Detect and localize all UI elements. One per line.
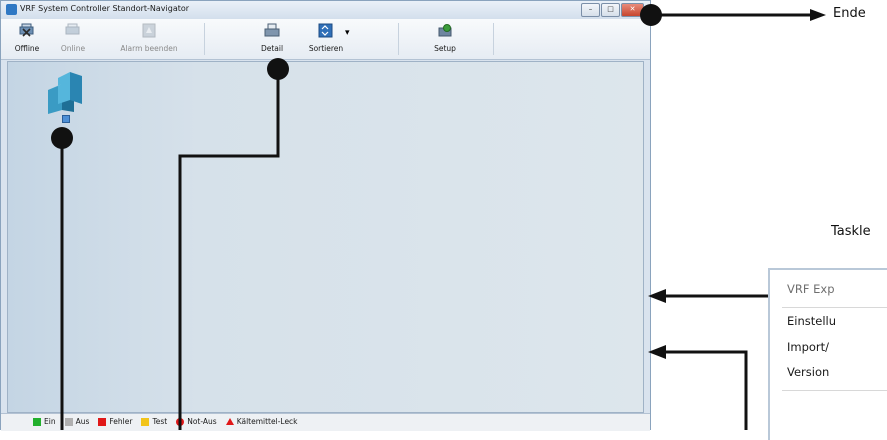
- sort-icon: [318, 23, 333, 38]
- callout-label-end: Ende: [833, 6, 866, 21]
- callout-label-tasklist: Taskle: [831, 224, 871, 239]
- legend-item: Fehler: [98, 417, 132, 426]
- online-icon: [65, 23, 80, 35]
- sort-label: Sortieren: [308, 44, 344, 53]
- sort-button[interactable]: Sortieren: [299, 19, 353, 59]
- offline-button[interactable]: Offline: [7, 19, 47, 59]
- window-controls: – □ ✕: [581, 3, 644, 17]
- legend-label: Fehler: [109, 417, 133, 426]
- legend-item: Test: [141, 417, 167, 426]
- toolbar-separator: [204, 23, 205, 55]
- alarm-icon: [142, 23, 156, 38]
- sort-dropdown-icon[interactable]: ▾: [345, 28, 350, 38]
- close-button[interactable]: ✕: [621, 3, 644, 17]
- alarm-end-label: Alarm beenden: [120, 44, 178, 53]
- menu-item-version[interactable]: Version: [787, 365, 829, 379]
- toolbar-separator: [493, 23, 494, 55]
- task-menu-header: VRF Exp: [787, 282, 835, 296]
- status-legend: Ein Aus Fehler Test Not-Aus Kältemittel-Leck: [33, 417, 298, 426]
- menu-divider: [782, 390, 887, 391]
- callout-line-task-2: [664, 350, 748, 430]
- offline-icon: [19, 23, 34, 37]
- legend-item: Kältemittel-Leck: [225, 417, 298, 426]
- legend-swatch: [225, 418, 234, 425]
- menu-item-settings[interactable]: Einstellu: [787, 314, 836, 328]
- legend-label: Not-Aus: [187, 417, 217, 426]
- alarm-end-button[interactable]: Alarm beenden: [111, 19, 187, 59]
- task-menu: VRF Exp Einstellu Import/ Version: [768, 268, 887, 440]
- setup-label: Setup: [434, 44, 456, 53]
- detail-label: Detail: [260, 44, 284, 53]
- arrow-head-end: [810, 9, 826, 21]
- legend-label: Kältemittel-Leck: [236, 417, 298, 426]
- title-bar[interactable]: VRF System Controller Standort-Navigator…: [1, 1, 650, 19]
- toolbar-separator: [398, 23, 399, 55]
- toolbar: Offline Online Alarm beenden Detail Sort…: [1, 19, 650, 60]
- detail-button[interactable]: Detail: [257, 19, 287, 59]
- site-building-icon[interactable]: [44, 70, 86, 114]
- legend-item: Not-Aus: [176, 417, 217, 426]
- legend-item: Aus: [64, 417, 90, 426]
- status-bar: Ein Aus Fehler Test Not-Aus Kältemittel-Leck: [1, 413, 650, 431]
- setup-icon: [438, 24, 452, 37]
- detail-icon: [264, 23, 280, 37]
- legend-swatch: [141, 417, 150, 426]
- online-button[interactable]: Online: [53, 19, 93, 59]
- menu-item-import[interactable]: Import/: [787, 340, 829, 354]
- menu-divider: [782, 307, 887, 308]
- window-title: VRF System Controller Standort-Navigator: [20, 4, 190, 13]
- legend-item: Ein: [33, 417, 56, 426]
- site-status-badge: [62, 115, 70, 123]
- minimize-button[interactable]: –: [581, 3, 600, 17]
- offline-label: Offline: [14, 44, 40, 53]
- legend-label: Aus: [75, 417, 90, 426]
- app-icon: [6, 4, 17, 15]
- site-area: [7, 61, 644, 413]
- legend-swatch: [176, 417, 185, 426]
- online-label: Online: [60, 44, 86, 53]
- maximize-button[interactable]: □: [601, 3, 620, 17]
- legend-swatch: [33, 417, 41, 426]
- legend-swatch: [64, 417, 73, 426]
- navigator-window: VRF System Controller Standort-Navigator…: [0, 0, 651, 431]
- legend-label: Test: [152, 417, 168, 426]
- legend-label: Ein: [44, 417, 56, 426]
- legend-swatch: [98, 417, 107, 426]
- setup-button[interactable]: Setup: [427, 19, 463, 59]
